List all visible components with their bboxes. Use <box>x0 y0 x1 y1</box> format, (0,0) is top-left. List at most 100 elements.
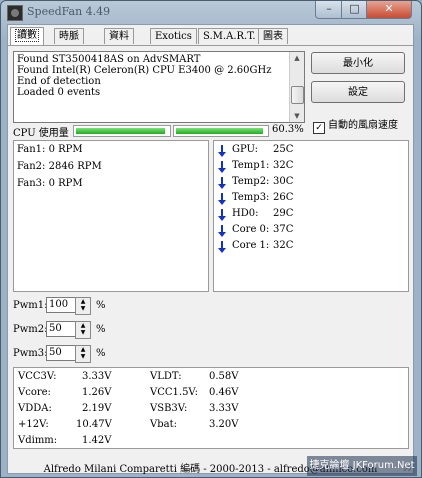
title-bar[interactable]: SpeedFan 4.49 – □ ✕ <box>1 1 421 23</box>
window-close-button[interactable]: ✕ <box>366 1 412 19</box>
cpu-core2-usage-bar <box>173 125 269 137</box>
temp-down-arrow-icon <box>218 209 226 221</box>
temp-value: 25C <box>273 144 294 155</box>
temperatures-panel: GPU: 25C Temp1: 32C Temp2: 30C Temp3: 26C HD… <box>213 140 409 292</box>
tab-charts[interactable]: 圖表 <box>258 28 288 44</box>
pwm-label: Pwm2: <box>13 324 48 335</box>
tab-smart[interactable]: S.M.A.R.T. <box>198 28 261 44</box>
voltage-value: 2.19V <box>82 403 112 414</box>
settings-button[interactable]: 設定 <box>311 81 405 103</box>
voltage-label: +12V: <box>18 419 49 430</box>
window-maximize-button[interactable]: □ <box>341 1 368 19</box>
temp-value: 29C <box>273 208 294 219</box>
temp-label: Core 1: <box>232 240 270 251</box>
speedfan-app-icon <box>7 5 23 21</box>
fan-reading: Fan3: 0 RPM <box>17 178 83 189</box>
temp-down-arrow-icon <box>218 241 226 253</box>
voltage-value: 3.33V <box>209 403 239 414</box>
temp-down-arrow-icon <box>218 193 226 205</box>
pwm1-input[interactable]: 100 <box>46 297 76 313</box>
voltage-label: VLDT: <box>150 371 182 382</box>
temp-label: Temp1: <box>232 160 270 171</box>
temp-value: 37C <box>273 224 294 235</box>
voltages-panel: VCC3V: 3.33V Vcore: 1.26V VDDA: 2.19V +12V:… <box>13 367 409 449</box>
pwm-label: Pwm3: <box>13 348 48 359</box>
pwm-unit: % <box>96 324 106 335</box>
temp-label: GPU: <box>232 144 258 155</box>
event-log[interactable]: Found ST3500418AS on AdvSMART Found Inte… <box>13 51 305 123</box>
temp-down-arrow-icon <box>218 161 226 173</box>
tab-bar: 讀數 時脈 資料 Exotics S.M.A.R.T. 圖表 <box>8 27 413 46</box>
voltage-label: VSB3V: <box>150 403 188 414</box>
pwm2-input[interactable]: 50 <box>46 321 76 337</box>
pwm3-input[interactable]: 50 <box>46 345 76 361</box>
tab-readings-label: 讀數 <box>15 29 39 42</box>
fan-label: Fan2: <box>17 161 46 172</box>
main-panel: 讀數 時脈 資料 Exotics S.M.A.R.T. 圖表 Found ST3… <box>7 24 414 475</box>
temp-value: 32C <box>273 160 294 171</box>
window-title: SpeedFan 4.49 <box>27 5 111 18</box>
temp-value: 30C <box>273 176 294 187</box>
voltage-value: 0.46V <box>209 387 239 398</box>
cpu-core1-usage-fill <box>76 128 165 134</box>
tab-readings[interactable]: 讀數 <box>10 27 44 45</box>
scroll-thumb[interactable] <box>291 86 304 104</box>
cpu-core1-usage-bar <box>73 125 171 137</box>
cpu-usage-label: CPU 使用量 <box>13 128 69 139</box>
pwm-label: Pwm1: <box>13 300 48 311</box>
temp-label: Core 0: <box>232 224 270 235</box>
temp-down-arrow-icon <box>218 225 226 237</box>
scroll-down-arrow-icon[interactable]: ▼ <box>291 110 303 122</box>
tab-divider <box>8 45 413 46</box>
fan-value: 2846 RPM <box>48 161 102 172</box>
window-minimize-button[interactable]: – <box>315 1 343 19</box>
voltage-label: VCC1.5V: <box>150 387 199 398</box>
speedfan-window: SpeedFan 4.49 – □ ✕ 讀數 時脈 資料 Exotics S.M… <box>0 0 422 478</box>
fan-reading: Fan1: 0 RPM <box>17 144 83 155</box>
temp-down-arrow-icon <box>218 145 226 157</box>
voltage-label: VDDA: <box>18 403 52 414</box>
temp-label: Temp3: <box>232 192 270 203</box>
watermark: 捷克論壇 JKForum.Net <box>307 456 417 476</box>
log-line: Found ST3500418AS on AdvSMART <box>17 54 201 65</box>
cpu-core2-usage-fill <box>176 128 263 134</box>
log-scrollbar[interactable]: ▲ ▼ <box>289 52 304 122</box>
voltage-label: Vbat: <box>150 419 177 430</box>
fan-reading: Fan2: 2846 RPM <box>17 161 102 172</box>
minimize-to-tray-button[interactable]: 最小化 <box>311 52 405 74</box>
auto-fan-speed-option[interactable]: ✓ 自動的風扇速度 <box>313 116 398 134</box>
temp-label: Temp2: <box>232 176 270 187</box>
log-line: End of detection <box>17 76 101 87</box>
voltage-value: 0.58V <box>209 371 239 382</box>
temp-down-arrow-icon <box>218 177 226 189</box>
temp-value: 26C <box>273 192 294 203</box>
voltage-value: 1.26V <box>82 387 112 398</box>
fan-label: Fan3: <box>17 178 46 189</box>
log-line: Loaded 0 events <box>17 87 101 98</box>
pwm-unit: % <box>96 348 106 359</box>
pwm3-spinner-icon[interactable]: ▲ ▼ <box>75 345 91 363</box>
fan-speeds-panel: Fan1: 0 RPM Fan2: 2846 RPM Fan3: 0 RPM <box>13 140 209 292</box>
voltage-label: VCC3V: <box>18 371 57 382</box>
temp-label: HD0: <box>232 208 259 219</box>
fan-label: Fan1: <box>17 144 46 155</box>
auto-fan-speed-label: 自動的風扇速度 <box>328 120 398 131</box>
scroll-up-arrow-icon[interactable]: ▲ <box>291 52 303 64</box>
temp-value: 32C <box>273 240 294 251</box>
pwm1-spinner-icon[interactable]: ▲ ▼ <box>75 297 91 315</box>
cpu-usage-percent: 60.3% <box>272 124 304 135</box>
log-line: Found Intel(R) Celeron(R) CPU E3400 @ 2.… <box>17 65 272 76</box>
auto-fan-speed-checkbox[interactable]: ✓ <box>313 122 325 134</box>
voltage-value: 1.42V <box>82 435 112 446</box>
fan-value: 0 RPM <box>48 144 83 155</box>
voltage-value: 10.47V <box>76 419 112 430</box>
voltage-label: Vcore: <box>18 387 51 398</box>
voltage-value: 3.33V <box>82 371 112 382</box>
voltage-label: Vdimm: <box>18 435 58 446</box>
pwm2-spinner-icon[interactable]: ▲ ▼ <box>75 321 91 339</box>
tab-info[interactable]: 資料 <box>104 28 134 44</box>
pwm-unit: % <box>96 300 106 311</box>
voltage-value: 3.20V <box>209 419 239 430</box>
tab-clock[interactable]: 時脈 <box>54 28 84 44</box>
tab-exotics[interactable]: Exotics <box>150 28 197 44</box>
